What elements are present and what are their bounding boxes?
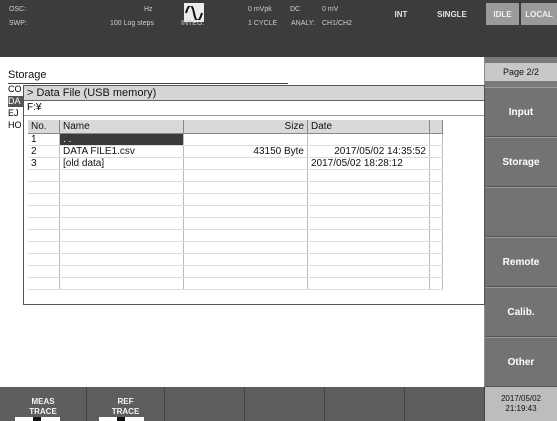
other-softkey[interactable]: Other <box>485 337 557 387</box>
osc-dc-value: 0 mV <box>322 6 339 13</box>
meas-trace-line1: MEAS <box>31 397 55 406</box>
ref-trace-indicator <box>99 417 144 421</box>
osc-label: OSC: <box>9 6 27 13</box>
cell-no: 2 <box>28 145 60 158</box>
table-row-empty <box>28 253 443 266</box>
table-row-empty <box>28 181 443 194</box>
idle-indicator: IDLE <box>486 3 519 25</box>
integ-value: 1 CYCLE <box>248 20 278 27</box>
file-table: No. Name Size Date 1 . . 2 DATA FILE1.cs… <box>28 120 443 290</box>
storage-menu-item-ej[interactable]: EJ <box>8 108 24 119</box>
cell-date: 2017/05/02 14:35:52 <box>307 145 430 158</box>
bottom-softkey-5[interactable] <box>325 387 405 421</box>
bottom-bar: MEAS TRACE REF TRACE <box>0 387 485 421</box>
clock-date: 2017/05/02 <box>500 394 542 403</box>
bottom-softkey-3[interactable] <box>165 387 245 421</box>
table-row[interactable]: 2 DATA FILE1.csv 43150 Byte 2017/05/02 1… <box>28 145 443 158</box>
table-row[interactable]: 3 [old data] 2017/05/02 18:28:12 <box>28 157 443 170</box>
bottom-softkey-4[interactable] <box>245 387 325 421</box>
osc-freq-unit: Hz <box>144 6 153 13</box>
meas-trace-indicator <box>15 417 60 421</box>
storage-menu-item-ho[interactable]: HO <box>8 120 24 131</box>
table-row-empty <box>28 193 443 206</box>
osc-amplitude: 0 mVpk <box>248 6 272 13</box>
cell-date: 2017/05/02 18:28:12 <box>307 157 430 170</box>
storage-softkey[interactable]: Storage <box>485 137 557 187</box>
column-header-scroll <box>429 120 443 134</box>
bottom-softkey-6[interactable] <box>405 387 485 421</box>
cell-size <box>183 133 308 146</box>
cell-size <box>183 157 308 170</box>
softkey-panel: Page 2/2 Input Storage Remote Calib. Oth… <box>485 57 557 421</box>
column-header-no: No. <box>28 120 60 134</box>
single-button[interactable]: SINGLE <box>426 3 478 25</box>
table-row-empty <box>28 217 443 230</box>
table-row-empty <box>28 229 443 242</box>
page-indicator: Page 2/2 <box>485 63 557 81</box>
column-header-name: Name <box>59 120 184 134</box>
meas-trace-button[interactable]: MEAS TRACE <box>0 387 87 421</box>
column-header-size: Size <box>183 120 308 134</box>
blank-softkey[interactable] <box>485 187 557 237</box>
cell-name: [old data] <box>59 157 184 170</box>
clock: 2017/05/02 21:19:43 <box>485 387 557 421</box>
table-row[interactable]: 1 . . <box>28 133 443 146</box>
analy-value: CH1/CH2 <box>322 20 352 27</box>
local-button[interactable]: LOCAL <box>521 3 557 25</box>
table-row-empty <box>28 277 443 290</box>
cell-no: 1 <box>28 133 60 146</box>
table-row-empty <box>28 265 443 278</box>
swp-label: SWP: <box>9 20 27 27</box>
cell-date <box>307 133 430 146</box>
column-header-date: Date <box>307 120 430 134</box>
dialog-title: > Data File (USB memory) <box>24 86 484 101</box>
current-path: F:¥ <box>24 101 484 116</box>
swp-value: 100 Log steps <box>110 20 154 27</box>
ref-trace-button[interactable]: REF TRACE <box>87 387 165 421</box>
analy-label: ANALY: <box>291 20 315 27</box>
storage-menu-item-da[interactable]: DA <box>8 96 24 107</box>
cell-no: 3 <box>28 157 60 170</box>
calib-softkey[interactable]: Calib. <box>485 287 557 337</box>
data-file-dialog: > Data File (USB memory) F:¥ No. Name Si… <box>23 85 485 305</box>
int-button[interactable]: INT <box>380 3 422 25</box>
cell-name-selected[interactable]: . . <box>59 133 184 146</box>
integ-label: INTEG: <box>181 20 205 27</box>
osc-dc-label: DC <box>290 6 301 13</box>
meas-trace-line2: TRACE <box>29 407 57 416</box>
ref-trace-line2: TRACE <box>111 407 140 416</box>
storage-menu-item-co[interactable]: CO <box>8 84 24 95</box>
cell-size: 43150 Byte <box>183 145 308 158</box>
table-row-empty <box>28 205 443 218</box>
remote-softkey[interactable]: Remote <box>485 237 557 287</box>
cell-name: DATA FILE1.csv <box>59 145 184 158</box>
table-row-empty <box>28 241 443 254</box>
ref-trace-line1: REF <box>117 397 134 406</box>
status-header: OSC: Hz 0 mVpk DC 0 mV SWP: 100 Log step… <box>0 0 557 57</box>
clock-time: 21:19:43 <box>505 404 537 413</box>
input-softkey[interactable]: Input <box>485 87 557 137</box>
storage-title: Storage <box>8 69 288 84</box>
table-row-empty <box>28 169 443 182</box>
